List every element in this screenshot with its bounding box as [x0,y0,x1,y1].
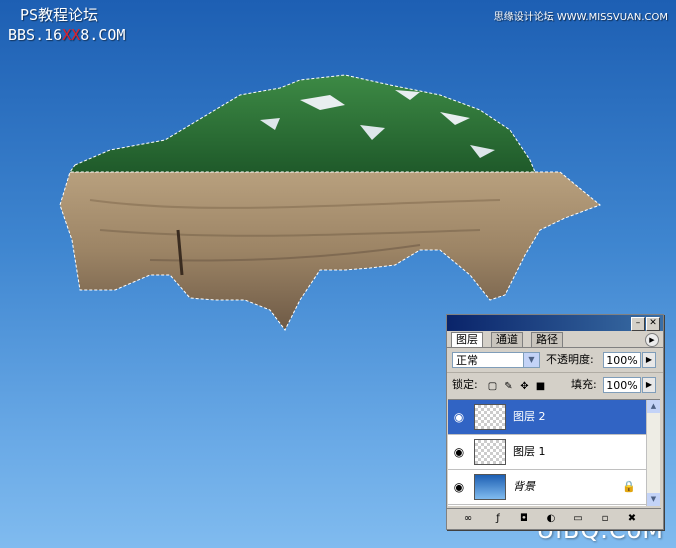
forum-title: PS教程论坛 [20,6,99,24]
layers-toolbar: ∞ ƒ ◘ ◐ ▭ ▫ ✖ [447,508,661,529]
forum-url-suffix: 8.COM [80,26,126,44]
opacity-input[interactable]: 100% [603,352,641,368]
layers-panel: – ✕ 图层 通道 路径 ▶ 正常 ▼ 不透明度: 100% ▶ 锁定: ▢ ✎ … [446,314,664,530]
layer-mask-icon[interactable]: ◘ [517,513,531,525]
blend-mode-value: 正常 [456,354,478,367]
lock-position-icon[interactable]: ✥ [519,381,530,392]
layer-1-name: 图层 1 [513,445,546,458]
blend-mode-select[interactable]: 正常 ▼ [452,352,540,368]
layer-2-name: 图层 2 [513,410,546,423]
eye-icon[interactable]: ◉ [450,479,468,495]
tab-layers[interactable]: 图层 [451,332,483,347]
layers-list: ◉ 图层 2 ◉ 图层 1 ◉ 背景 🔒 ▲ ▼ [448,399,660,506]
layer-style-icon[interactable]: ƒ [491,513,505,525]
layers-scrollbar[interactable]: ▲ ▼ [646,400,660,506]
padlock-icon: 🔒 [622,480,636,493]
layer-1-thumbnail [474,439,506,465]
blend-row: 正常 ▼ 不透明度: 100% ▶ [447,348,663,372]
forum-watermark: PS教程论坛 BBS.16XX8.COM [8,5,125,45]
fill-input[interactable]: 100% [603,377,641,393]
lock-label: 锁定: [452,378,478,391]
layer-row-2[interactable]: ◉ 图层 2 [448,400,646,435]
lock-all-icon[interactable]: ■ [535,381,546,392]
eye-icon[interactable]: ◉ [450,444,468,460]
chevron-down-icon: ▼ [523,353,539,367]
lock-row: 锁定: ▢ ✎ ✥ ■ 填充: 100% ▶ [447,372,663,399]
layer-row-1[interactable]: ◉ 图层 1 [448,435,646,470]
layer-2-thumbnail [474,404,506,430]
new-group-icon[interactable]: ▭ [571,513,585,525]
background-thumbnail [474,474,506,500]
panel-title-bar[interactable]: – ✕ [447,315,663,331]
panel-menu-icon[interactable]: ▶ [645,333,659,347]
lock-transparency-icon[interactable]: ▢ [487,381,498,392]
fill-label: 填充: [571,378,597,391]
eye-icon[interactable]: ◉ [450,409,468,425]
background-layer-name: 背景 [513,480,535,493]
close-icon[interactable]: ✕ [646,317,660,331]
adjustment-layer-icon[interactable]: ◐ [544,513,558,525]
scroll-down-icon[interactable]: ▼ [647,493,660,506]
forum-url-prefix: BBS.16 [8,26,63,44]
forum-url: BBS.16XX8.COM [8,25,125,45]
tab-paths[interactable]: 路径 [531,332,563,347]
site-watermark: 思缘设计论坛 WWW.MISSVUAN.COM [493,12,668,23]
panel-tabs: 图层 通道 路径 ▶ [447,331,663,348]
opacity-slider-button[interactable]: ▶ [642,352,656,368]
layer-row-background[interactable]: ◉ 背景 🔒 [448,470,646,505]
opacity-label: 不透明度: [546,353,594,366]
fill-slider-button[interactable]: ▶ [642,377,656,393]
lock-pixels-icon[interactable]: ✎ [503,381,514,392]
forum-url-highlight: XX [62,26,81,44]
link-layers-icon[interactable]: ∞ [461,513,475,525]
new-layer-icon[interactable]: ▫ [598,513,612,525]
minimize-icon[interactable]: – [631,317,645,331]
tab-channels[interactable]: 通道 [491,332,523,347]
trash-icon[interactable]: ✖ [625,513,639,525]
scroll-up-icon[interactable]: ▲ [647,400,660,413]
